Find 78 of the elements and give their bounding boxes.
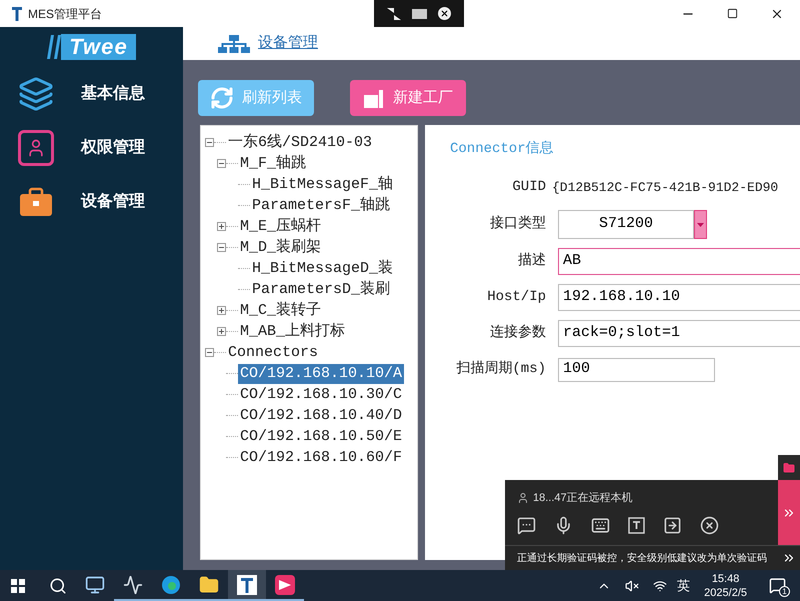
user-card-icon [18,130,54,166]
app-logo-icon [12,6,24,20]
tree-item[interactable]: CO/192.168.10.50/E [238,426,404,446]
field-label: 描述 [517,252,547,271]
tree-item[interactable]: M_AB_上料打标 [238,322,348,342]
hierarchy-icon [218,34,250,52]
collapse-arrows-icon[interactable] [387,8,402,20]
expand-toggle[interactable] [217,327,226,336]
muted-speaker-icon[interactable] [625,578,640,592]
toolbox-icon [18,186,54,218]
tree-item[interactable]: CO/192.168.10.10/A [238,364,404,384]
panel-title: Connector信息 [450,140,555,159]
input-field[interactable]: rack=0;slot=1 [558,320,800,347]
computer-icon [85,574,105,594]
sidebar-item[interactable]: 设备管理 [0,183,183,221]
window-title: MES管理平台 [28,6,102,22]
field-label: Host/Ip [486,288,547,307]
tree-item[interactable]: Connectors [226,342,320,362]
clock[interactable]: 15:48 2025/2/5 [704,572,747,600]
sidebar-item[interactable]: 权限管理 [0,129,183,167]
notification-count: 1 [779,586,790,597]
chat-icon[interactable] [517,516,536,534]
tree-item[interactable]: M_D_装刷架 [238,238,324,258]
logo: Twee [61,34,136,60]
field-label: 接口类型 [489,214,547,234]
collapse-toggle[interactable] [205,348,214,357]
page-title-link[interactable]: 设备管理 [258,32,318,55]
ime-indicator[interactable]: 英 [677,576,690,596]
field-label: 扫描周期(ms) [455,360,547,379]
tree-item[interactable]: CO/192.168.10.60/F [238,448,404,468]
notification-icon[interactable] [769,577,786,594]
input-field[interactable]: 192.168.10.10 [558,284,800,311]
expand-toggle[interactable] [217,306,226,315]
close-icon[interactable] [438,7,451,20]
tree-item[interactable]: M_C_装转子 [238,300,324,320]
collapse-toggle[interactable] [217,243,226,252]
refresh-icon [210,86,234,110]
guid-value: {D12B512C-FC75-421B-91D2-ED90 [552,178,778,197]
collapse-toggle[interactable] [205,138,214,147]
start-icon[interactable] [11,578,25,592]
security-notice: 正通过长期验证码被控，安全级别低建议改为单次验证码 [516,552,768,566]
tree-item[interactable]: H_BitMessageD_装 [250,258,396,278]
app-t-icon [237,574,257,594]
keyboard-icon[interactable] [591,516,610,534]
tree-item[interactable]: M_E_压蜗杆 [238,216,324,236]
browser-icon [161,574,181,594]
file-transfer-icon[interactable] [663,516,682,534]
tree-item[interactable]: ParametersF_轴跳 [250,196,392,216]
folder-icon [199,574,219,594]
wifi-icon[interactable] [653,578,668,592]
tree-item[interactable]: CO/192.168.10.30/C [238,384,404,404]
remote-status: 18...47正在远程本机 [533,491,633,506]
layers-icon [18,76,54,112]
tree-item[interactable]: ParametersD_装刷 [250,280,392,300]
tree-item[interactable]: CO/192.168.10.40/D [238,406,404,426]
remote-app-icon [275,574,295,594]
tree-item[interactable]: M_F_轴跳 [238,154,308,174]
disconnect-icon[interactable] [700,516,719,534]
type-dropdown[interactable]: S71200 [558,210,694,239]
collapse-toggle[interactable] [217,159,226,168]
maximize-icon[interactable] [727,8,738,19]
folder-icon[interactable] [783,462,795,474]
user-icon [517,492,529,504]
expand-toggle[interactable] [217,222,226,231]
tree-item[interactable]: H_BitMessageF_轴 [250,174,396,194]
input-field[interactable]: 100 [558,358,715,382]
taskbar-app[interactable] [228,570,266,601]
building-icon [363,87,385,109]
logo-slashes-icon [47,35,62,59]
tree-item[interactable]: 一东6线/SD2410-03 [226,132,374,152]
microphone-icon[interactable] [554,516,573,534]
text-box-icon[interactable] [628,516,645,534]
screen-icon[interactable] [412,8,427,18]
sidebar-item[interactable]: 基本信息 [0,75,183,113]
field-label: 连接参数 [489,323,547,343]
search-icon[interactable] [49,576,67,594]
monitor-icon [123,574,143,594]
input-field[interactable]: AB [558,248,800,275]
